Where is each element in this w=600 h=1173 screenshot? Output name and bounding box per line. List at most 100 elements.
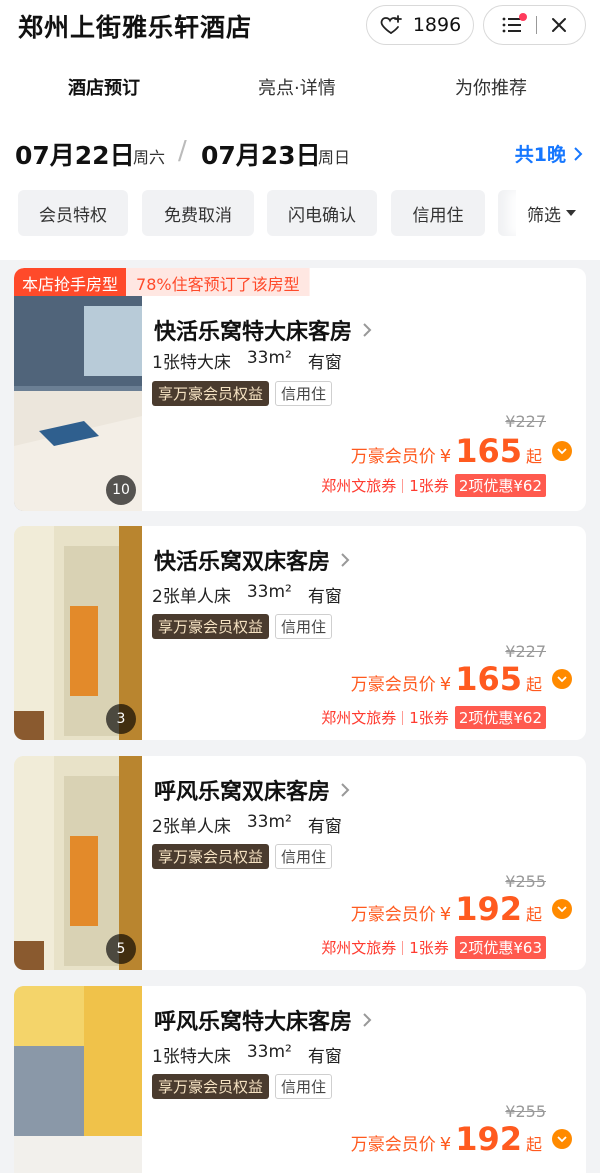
room-info: 2张单人床 33m² 有窗 (152, 582, 342, 607)
tab-hotel-booking[interactable]: 酒店预订 (68, 74, 140, 100)
room-tags: 享万豪会员权益 信用住 (152, 614, 333, 639)
expand-chevron-icon[interactable] (552, 669, 572, 689)
coupon-divider (402, 478, 404, 493)
checkin-weekday: 周六 (133, 148, 166, 167)
chevron-right-icon (363, 323, 372, 337)
header: 郑州上街雅乐轩酒店 1896 酒店预订 亮点·详情 为你推荐 07月22日 周六… (0, 0, 600, 260)
favorite-button[interactable]: 1896 (366, 5, 474, 45)
caret-down-icon (566, 210, 576, 216)
window-info: 有窗 (307, 817, 342, 837)
currency-symbol: ¥ (439, 1134, 452, 1155)
room-tags: 享万豪会员权益 信用住 (152, 1074, 333, 1099)
room-name[interactable]: 快活乐窝特大床客房 (154, 314, 372, 346)
coupon-divider (402, 940, 404, 955)
filter-button-label: 筛选 (527, 205, 561, 226)
price-suffix: 起 (525, 447, 542, 466)
room-name-text: 快活乐窝双床客房 (154, 550, 331, 575)
room-name[interactable]: 呼风乐窝双床客房 (154, 774, 350, 806)
popular-ribbon: 本店抢手房型 78%住客预订了该房型 (14, 268, 310, 296)
price-row[interactable]: 万豪会员价 ¥ 165 起 (351, 432, 572, 470)
room-name[interactable]: 呼风乐窝特大床客房 (154, 1004, 372, 1036)
discount-badge: 2项优惠¥63 (454, 936, 546, 959)
favorites-count: 1896 (412, 14, 462, 36)
expand-chevron-icon[interactable] (552, 1129, 572, 1149)
filter-button[interactable]: 筛选 (516, 190, 588, 236)
bed-type: 2张单人床 (152, 587, 231, 607)
price-row[interactable]: 万豪会员价 ¥ 192 起 (351, 890, 572, 928)
currency-symbol: ¥ (439, 446, 452, 467)
photo-count: 3 (106, 704, 136, 734)
member-benefit-tag: 享万豪会员权益 (152, 1074, 270, 1099)
room-card[interactable]: 3 快活乐窝双床客房 2张单人床 33m² 有窗 享万豪会员权益 信用住 ¥22… (14, 526, 586, 740)
coupon-count: 1张券 (409, 709, 449, 727)
date-separator: / (178, 136, 187, 166)
room-info: 1张特大床 33m² 有窗 (152, 1042, 342, 1067)
room-name-text: 呼风乐窝特大床客房 (154, 1010, 353, 1035)
room-photo[interactable]: 5 (14, 756, 142, 970)
price-row[interactable]: 万豪会员价 ¥ 165 起 (351, 660, 572, 698)
member-benefit-tag: 享万豪会员权益 (152, 844, 270, 869)
room-photo-image (14, 986, 142, 1173)
price-suffix: 起 (525, 905, 542, 924)
member-benefit-tag: 享万豪会员权益 (152, 381, 270, 406)
price-label: 万豪会员价 (350, 905, 436, 925)
price-value: 192 (455, 1120, 522, 1158)
original-price: ¥255 (505, 872, 546, 891)
hotel-title: 郑州上街雅乐轩酒店 (18, 13, 253, 42)
filter-credit-stay[interactable]: 信用住 (391, 190, 485, 236)
room-card[interactable]: 呼风乐窝特大床客房 1张特大床 33m² 有窗 享万豪会员权益 信用住 ¥255… (14, 986, 586, 1173)
price-suffix: 起 (525, 1135, 542, 1154)
filter-instant-confirm[interactable]: 闪电确认 (267, 190, 377, 236)
credit-stay-tag: 信用住 (275, 1074, 333, 1099)
chevron-right-icon (341, 783, 350, 797)
room-area: 33m² (246, 1042, 292, 1062)
checkin-date[interactable]: 07月22日 (15, 136, 135, 172)
coupon-tourism: 郑州文旅券 (321, 477, 397, 495)
member-benefit-tag: 享万豪会员权益 (152, 614, 270, 639)
bed-type: 1张特大床 (152, 1047, 231, 1067)
nights-count[interactable]: 共1晚 (515, 140, 584, 167)
original-price: ¥227 (505, 412, 546, 431)
tab-highlights-details[interactable]: 亮点·详情 (258, 74, 336, 100)
expand-chevron-icon[interactable] (552, 899, 572, 919)
room-name[interactable]: 快活乐窝双床客房 (154, 544, 350, 576)
currency-symbol: ¥ (439, 674, 452, 695)
original-price: ¥255 (505, 1102, 546, 1121)
room-photo[interactable]: 3 (14, 526, 142, 740)
tabs-bar: 酒店预订 亮点·详情 为你推荐 (0, 70, 600, 106)
tab-recommendations[interactable]: 为你推荐 (455, 74, 527, 100)
price-suffix: 起 (525, 675, 542, 694)
room-photo[interactable]: 10 (14, 296, 142, 511)
date-selector[interactable]: 07月22日 周六 / 07月23日 周日 共1晚 (0, 136, 600, 172)
close-icon[interactable] (550, 16, 568, 34)
menu-pill (483, 5, 586, 45)
chevron-right-icon (574, 146, 583, 161)
photo-count: 5 (106, 934, 136, 964)
chevron-right-icon (363, 1013, 372, 1027)
checkout-date[interactable]: 07月23日 (201, 136, 321, 172)
ribbon-booking-rate: 78%住客预订了该房型 (126, 268, 310, 296)
notification-dot (519, 13, 527, 21)
filter-free-cancel[interactable]: 免费取消 (142, 190, 254, 236)
price-label: 万豪会员价 (350, 675, 436, 695)
bed-type: 2张单人床 (152, 817, 231, 837)
currency-symbol: ¥ (439, 904, 452, 925)
heart-plus-icon (380, 15, 402, 34)
window-info: 有窗 (307, 1047, 342, 1067)
original-price: ¥227 (505, 642, 546, 661)
price-row[interactable]: 万豪会员价 ¥ 192 起 (351, 1120, 572, 1158)
price-value: 192 (455, 890, 522, 928)
room-card[interactable]: 5 呼风乐窝双床客房 2张单人床 33m² 有窗 享万豪会员权益 信用住 ¥25… (14, 756, 586, 970)
filter-member-privilege[interactable]: 会员特权 (18, 190, 128, 236)
room-area: 33m² (246, 812, 292, 832)
filter-chips: 会员特权 免费取消 闪电确认 信用住 筛选 (18, 190, 600, 236)
coupon-tourism: 郑州文旅券 (321, 709, 397, 727)
expand-chevron-icon[interactable] (552, 441, 572, 461)
coupon-count: 1张券 (409, 477, 449, 495)
room-photo[interactable] (14, 986, 142, 1173)
bed-type: 1张特大床 (152, 353, 231, 373)
room-card[interactable]: 本店抢手房型 78%住客预订了该房型 10 快活乐窝特大床客房 1张特大床 33… (14, 268, 586, 511)
photo-count: 10 (106, 475, 136, 505)
price-value: 165 (455, 432, 522, 470)
ribbon-popular-label: 本店抢手房型 (14, 268, 127, 296)
